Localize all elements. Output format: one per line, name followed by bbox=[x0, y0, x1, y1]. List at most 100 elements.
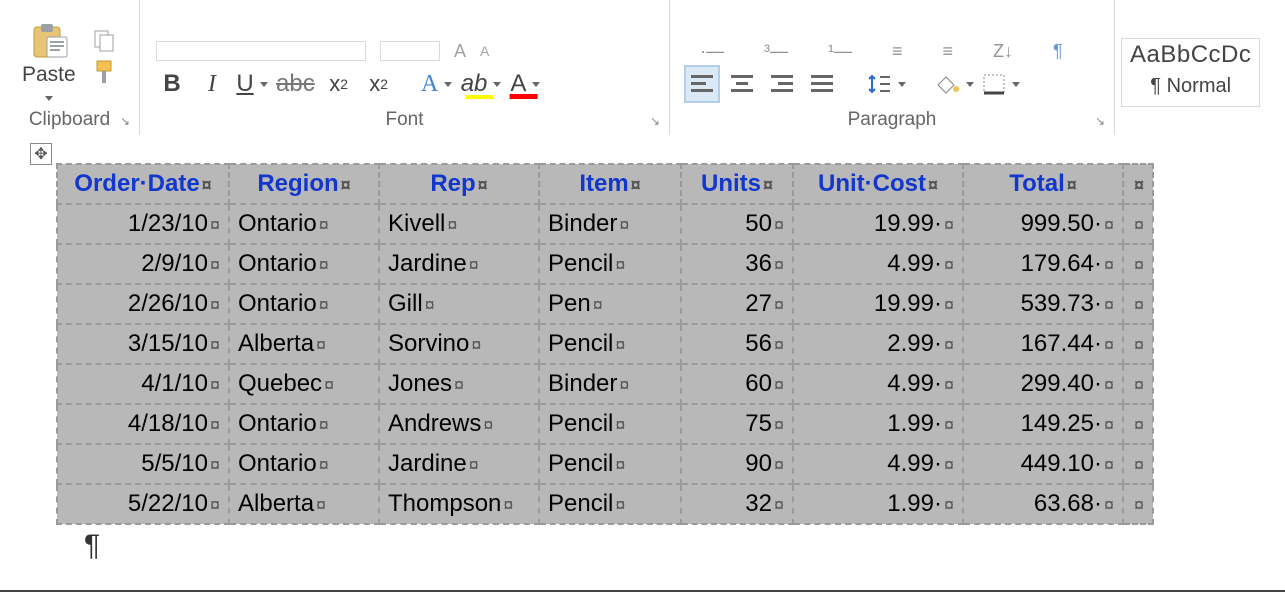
cell-rep[interactable]: Jardine¤ bbox=[379, 244, 539, 284]
numbering-button[interactable]: ³— bbox=[764, 41, 788, 62]
multilevel-list-button[interactable]: ¹— bbox=[828, 41, 852, 62]
cell-order-date[interactable]: 4/18/10¤ bbox=[57, 404, 229, 444]
cell-unit-cost[interactable]: 2.99·¤ bbox=[793, 324, 963, 364]
cell-units[interactable]: 90¤ bbox=[681, 444, 793, 484]
col-order-date[interactable]: Order·Date¤ bbox=[57, 164, 229, 204]
text-effects-button[interactable]: A bbox=[421, 67, 453, 101]
text-highlight-button[interactable]: ab bbox=[461, 67, 502, 101]
increase-indent-button[interactable]: ≡ bbox=[943, 41, 954, 62]
shading-button[interactable] bbox=[934, 67, 974, 101]
table-row[interactable]: 1/23/10¤Ontario¤Kivell¤Binder¤50¤19.99·¤… bbox=[57, 204, 1153, 244]
cell-units[interactable]: 56¤ bbox=[681, 324, 793, 364]
align-left-button[interactable] bbox=[686, 67, 718, 101]
cell-units[interactable]: 32¤ bbox=[681, 484, 793, 524]
col-unit-cost[interactable]: Unit·Cost¤ bbox=[793, 164, 963, 204]
col-total[interactable]: Total¤ bbox=[963, 164, 1123, 204]
cell-total[interactable]: 449.10·¤ bbox=[963, 444, 1123, 484]
cell-rep[interactable]: Sorvino¤ bbox=[379, 324, 539, 364]
decrease-indent-button[interactable]: ≡ bbox=[892, 41, 903, 62]
bullets-button[interactable]: ·— bbox=[700, 41, 724, 62]
cell-unit-cost[interactable]: 19.99·¤ bbox=[793, 204, 963, 244]
font-size-combo[interactable] bbox=[380, 41, 440, 61]
shrink-font-button[interactable]: A bbox=[480, 43, 489, 59]
sort-button[interactable]: Z↓ bbox=[993, 41, 1013, 62]
clipboard-dialog-launcher[interactable] bbox=[117, 113, 133, 129]
table-row[interactable]: 5/22/10¤Alberta¤Thompson¤Pencil¤32¤1.99·… bbox=[57, 484, 1153, 524]
copy-button[interactable] bbox=[90, 27, 118, 53]
cell-units[interactable]: 50¤ bbox=[681, 204, 793, 244]
italic-button[interactable]: I bbox=[196, 67, 228, 101]
cell-total[interactable]: 167.44·¤ bbox=[963, 324, 1123, 364]
grow-font-button[interactable]: A bbox=[454, 41, 466, 62]
cell-total[interactable]: 179.64·¤ bbox=[963, 244, 1123, 284]
format-painter-button[interactable] bbox=[90, 59, 118, 85]
font-name-combo[interactable] bbox=[156, 41, 366, 61]
cell-total[interactable]: 149.25·¤ bbox=[963, 404, 1123, 444]
cell-total[interactable]: 539.73·¤ bbox=[963, 284, 1123, 324]
cell-unit-cost[interactable]: 1.99·¤ bbox=[793, 404, 963, 444]
align-justify-button[interactable] bbox=[806, 67, 838, 101]
cell-order-date[interactable]: 2/26/10¤ bbox=[57, 284, 229, 324]
document-area[interactable]: ✥ Order·Date¤ Region¤ Rep¤ Item¤ Units¤ … bbox=[0, 135, 1285, 563]
cell-order-date[interactable]: 5/5/10¤ bbox=[57, 444, 229, 484]
cell-rep[interactable]: Jones¤ bbox=[379, 364, 539, 404]
paragraph-dialog-launcher[interactable] bbox=[1092, 113, 1108, 129]
align-center-button[interactable] bbox=[726, 67, 758, 101]
cell-order-date[interactable]: 5/22/10¤ bbox=[57, 484, 229, 524]
subscript-button[interactable]: x2 bbox=[323, 67, 355, 101]
cell-unit-cost[interactable]: 4.99·¤ bbox=[793, 364, 963, 404]
show-hide-button[interactable]: ¶ bbox=[1053, 41, 1063, 62]
cell-units[interactable]: 60¤ bbox=[681, 364, 793, 404]
cell-unit-cost[interactable]: 4.99·¤ bbox=[793, 244, 963, 284]
style-normal[interactable]: AaBbCcDc ¶ Normal bbox=[1121, 38, 1260, 107]
cell-order-date[interactable]: 1/23/10¤ bbox=[57, 204, 229, 244]
cell-item[interactable]: Pencil¤ bbox=[539, 484, 681, 524]
cell-item[interactable]: Pencil¤ bbox=[539, 444, 681, 484]
cell-region[interactable]: Ontario¤ bbox=[229, 444, 379, 484]
cell-order-date[interactable]: 4/1/10¤ bbox=[57, 364, 229, 404]
cell-units[interactable]: 36¤ bbox=[681, 244, 793, 284]
col-item[interactable]: Item¤ bbox=[539, 164, 681, 204]
cell-rep[interactable]: Andrews¤ bbox=[379, 404, 539, 444]
cell-region[interactable]: Alberta¤ bbox=[229, 484, 379, 524]
cell-units[interactable]: 75¤ bbox=[681, 404, 793, 444]
cell-total[interactable]: 299.40·¤ bbox=[963, 364, 1123, 404]
cell-unit-cost[interactable]: 4.99·¤ bbox=[793, 444, 963, 484]
table-row[interactable]: 4/1/10¤Quebec¤Jones¤Binder¤60¤4.99·¤299.… bbox=[57, 364, 1153, 404]
table-row[interactable]: 2/9/10¤Ontario¤Jardine¤Pencil¤36¤4.99·¤1… bbox=[57, 244, 1153, 284]
cell-region[interactable]: Ontario¤ bbox=[229, 204, 379, 244]
cell-region[interactable]: Ontario¤ bbox=[229, 244, 379, 284]
cell-item[interactable]: Pencil¤ bbox=[539, 404, 681, 444]
table-row[interactable]: 5/5/10¤Ontario¤Jardine¤Pencil¤90¤4.99·¤4… bbox=[57, 444, 1153, 484]
strikethrough-button[interactable]: abc bbox=[276, 67, 315, 101]
superscript-button[interactable]: x2 bbox=[363, 67, 395, 101]
table-row[interactable]: 4/18/10¤Ontario¤Andrews¤Pencil¤75¤1.99·¤… bbox=[57, 404, 1153, 444]
cell-units[interactable]: 27¤ bbox=[681, 284, 793, 324]
cell-region[interactable]: Ontario¤ bbox=[229, 404, 379, 444]
table-row[interactable]: 2/26/10¤Ontario¤Gill¤Pen¤27¤19.99·¤539.7… bbox=[57, 284, 1153, 324]
cell-item[interactable]: Pencil¤ bbox=[539, 244, 681, 284]
cell-rep[interactable]: Kivell¤ bbox=[379, 204, 539, 244]
align-right-button[interactable] bbox=[766, 67, 798, 101]
cell-region[interactable]: Quebec¤ bbox=[229, 364, 379, 404]
table-move-handle[interactable]: ✥ bbox=[30, 143, 52, 165]
cell-region[interactable]: Ontario¤ bbox=[229, 284, 379, 324]
line-spacing-button[interactable] bbox=[866, 67, 906, 101]
font-color-button[interactable]: A bbox=[509, 67, 541, 101]
cell-order-date[interactable]: 3/15/10¤ bbox=[57, 324, 229, 364]
bold-button[interactable]: B bbox=[156, 67, 188, 101]
cell-rep[interactable]: Gill¤ bbox=[379, 284, 539, 324]
col-units[interactable]: Units¤ bbox=[681, 164, 793, 204]
cell-total[interactable]: 63.68·¤ bbox=[963, 484, 1123, 524]
font-dialog-launcher[interactable] bbox=[647, 113, 663, 129]
cell-total[interactable]: 999.50·¤ bbox=[963, 204, 1123, 244]
cell-unit-cost[interactable]: 19.99·¤ bbox=[793, 284, 963, 324]
borders-button[interactable] bbox=[982, 67, 1020, 101]
cell-item[interactable]: Binder¤ bbox=[539, 364, 681, 404]
underline-button[interactable]: U bbox=[236, 67, 268, 101]
cell-region[interactable]: Alberta¤ bbox=[229, 324, 379, 364]
paste-button[interactable]: Paste bbox=[16, 23, 82, 101]
table-row[interactable]: 3/15/10¤Alberta¤Sorvino¤Pencil¤56¤2.99·¤… bbox=[57, 324, 1153, 364]
cell-item[interactable]: Binder¤ bbox=[539, 204, 681, 244]
cell-item[interactable]: Pencil¤ bbox=[539, 324, 681, 364]
